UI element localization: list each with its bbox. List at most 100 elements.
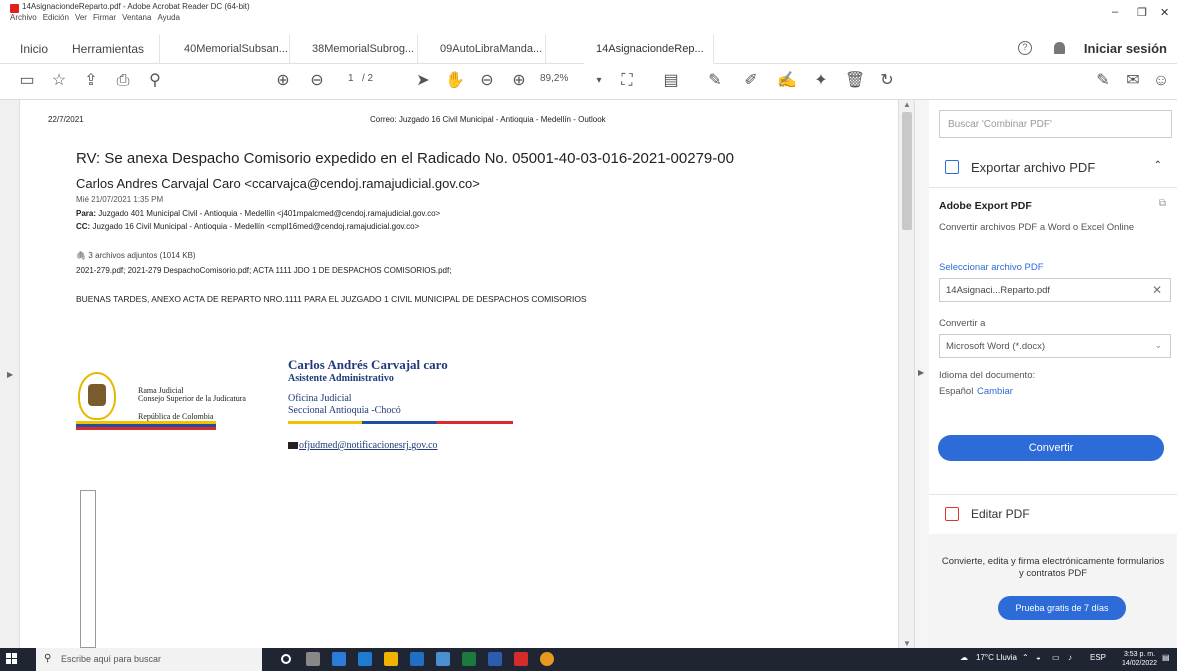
star-icon[interactable]: ☆ [48, 70, 70, 92]
rama-judicial-logo: Rama Judicial Consejo Superior de la Jud… [76, 372, 296, 442]
tray-up-icon[interactable]: ⌃ [1022, 653, 1029, 662]
right-panel-content: Buscar 'Combinar PDF' Exportar archivo P… [929, 100, 1177, 648]
close-button[interactable]: ✕ [1160, 6, 1169, 19]
sign-icon[interactable]: ✍ [776, 70, 798, 92]
prev-page-icon[interactable]: ⊕ [272, 70, 294, 92]
zoom-out-icon[interactable]: ⊖ [476, 70, 498, 92]
network-icon[interactable]: ◒ [1036, 653, 1041, 662]
email-icon[interactable]: ✉ [1122, 70, 1144, 92]
tab-close-icon[interactable]: × [713, 44, 714, 55]
convert-button[interactable]: Convertir [938, 435, 1164, 461]
scroll-mode-icon[interactable]: ▤ [660, 70, 682, 92]
clear-file-icon[interactable]: ✕ [1152, 283, 1162, 297]
help-icon[interactable]: ? [1018, 41, 1032, 55]
select-file-link[interactable]: Seleccionar archivo PDF [939, 262, 1044, 273]
rotate-icon[interactable]: ↻ [876, 70, 898, 92]
menu-firmar[interactable]: Firmar [93, 13, 116, 22]
minimize-button[interactable]: – [1112, 6, 1118, 18]
app-icon[interactable] [436, 652, 450, 666]
action-center-icon[interactable]: ▤ [1162, 653, 1170, 662]
promo-text: Convierte, edita y firma electrónicament… [941, 556, 1165, 579]
search-icon: ⚲ [44, 653, 52, 664]
acrobat-taskbar-icon[interactable] [514, 652, 528, 666]
signature-email-link[interactable]: ofjudmed@notificacionesrj.gov.co [288, 440, 438, 451]
fit-page-icon[interactable]: ⛶ [616, 70, 638, 92]
copy-icon[interactable]: ⧉ [1159, 198, 1166, 209]
windows-start-icon[interactable] [6, 653, 18, 665]
save-icon[interactable]: ▭ [16, 70, 38, 92]
tab-doc-40[interactable]: 40MemorialSubsan... [172, 34, 290, 64]
share-icon[interactable]: ⇪ [80, 70, 102, 92]
notifications-tray-icon[interactable]: ▭ [1052, 653, 1060, 662]
fill-sign-icon[interactable]: ✎ [1092, 70, 1114, 92]
taskbar-search[interactable]: ⚲ Escribe aquí para buscar [36, 648, 262, 671]
paperclip-icon: 🖇 [76, 251, 87, 260]
language-indicator[interactable]: ESP [1090, 653, 1106, 662]
print-icon[interactable]: ⎙ [112, 70, 134, 92]
scroll-down-icon[interactable]: ▼ [903, 639, 911, 648]
menu-archivo[interactable]: Archivo [10, 13, 37, 22]
signature-name: Carlos Andrés Carvajal caro [288, 357, 448, 372]
selected-file[interactable]: 14Asignaci...Reparto.pdf ✕ [939, 278, 1171, 302]
zoom-search-icon[interactable]: ⚲ [144, 70, 166, 92]
taskbar: ⚲ Escribe aquí para buscar ☁ 17°C Lluvia… [0, 648, 1177, 671]
edge-icon[interactable] [332, 652, 346, 666]
tab-doc-14[interactable]: 14AsignaciondeRep... × [584, 34, 714, 64]
right-panel-toggle[interactable]: ▶ [915, 100, 929, 648]
excel-icon[interactable] [462, 652, 476, 666]
task-view-icon[interactable] [306, 652, 320, 666]
convert-format-select[interactable]: Microsoft Word (*.docx) ⌄ [939, 334, 1171, 358]
menu-edicion[interactable]: Edición [43, 13, 69, 22]
restore-button[interactable]: ❐ [1137, 6, 1147, 19]
stamp-icon[interactable]: ✦ [810, 70, 832, 92]
login-button[interactable]: Iniciar sesión [1084, 34, 1167, 64]
vertical-scrollbar[interactable]: ▲ ▼ [898, 100, 914, 648]
menu-ayuda[interactable]: Ayuda [157, 13, 180, 22]
menu-ver[interactable]: Ver [75, 13, 87, 22]
free-trial-button[interactable]: Prueba gratis de 7 días [998, 596, 1126, 620]
weather-icon: ☁ [960, 653, 968, 662]
tab-inicio[interactable]: Inicio [8, 34, 60, 64]
zoom-in-icon[interactable]: ⊕ [508, 70, 530, 92]
tab-bar: Inicio Herramientas 40MemorialSubsan... … [0, 34, 1177, 64]
bell-icon[interactable] [1054, 42, 1065, 54]
tab-doc-09[interactable]: 09AutoLibraManda... [428, 34, 546, 64]
volume-icon[interactable]: ♪ [1068, 653, 1072, 662]
title-bar: 14AsignaciondeReparto.pdf - Adobe Acroba… [0, 0, 1177, 34]
left-panel-toggle[interactable]: ▶ [0, 100, 20, 648]
chevron-up-icon[interactable]: ⌃ [1154, 160, 1162, 171]
signature-office2: Seccional Antioquia -Chocó [288, 405, 401, 416]
highlight-icon[interactable]: ✐ [740, 70, 762, 92]
scroll-up-icon[interactable]: ▲ [903, 100, 911, 109]
change-language-link[interactable]: Cambiar [977, 386, 1013, 397]
weather-text[interactable]: 17°C Lluvia [976, 653, 1017, 662]
hand-icon[interactable]: ✋ [444, 70, 466, 92]
tab-herramientas[interactable]: Herramientas [60, 34, 160, 64]
mail-to: Para: Juzgado 401 Municipal Civil - Anti… [76, 209, 440, 218]
mail-body: BUENAS TARDES, ANEXO ACTA DE REPARTO NRO… [76, 294, 587, 304]
word-icon[interactable] [488, 652, 502, 666]
explorer-icon[interactable] [358, 652, 372, 666]
chrome-icon[interactable] [540, 652, 554, 666]
menu-bar: Archivo Edición Ver Firmar Ventana Ayuda [10, 13, 180, 22]
tab-doc-38[interactable]: 38MemorialSubrog... [300, 34, 418, 64]
cortana-icon[interactable] [281, 654, 291, 664]
comment-icon[interactable]: ✎ [704, 70, 726, 92]
page-current[interactable]: 1 [348, 73, 354, 84]
zoom-dropdown-icon[interactable]: ▾ [588, 70, 610, 92]
scroll-thumb[interactable] [902, 112, 912, 230]
clock[interactable]: 3:53 p. m. 14/02/2022 [1122, 650, 1157, 668]
zoom-level[interactable]: 89,2% [540, 73, 568, 84]
mail-icon[interactable] [410, 652, 424, 666]
user-add-icon[interactable]: ☺ [1150, 70, 1172, 92]
language-label: Idioma del documento: [939, 370, 1036, 381]
export-pdf-header[interactable]: Exportar archivo PDF ⌃ [929, 148, 1177, 188]
edit-pdf-header[interactable]: Editar PDF [929, 494, 1177, 534]
menu-ventana[interactable]: Ventana [122, 13, 151, 22]
chevron-down-icon: ⌄ [1154, 340, 1162, 350]
store-icon[interactable] [384, 652, 398, 666]
next-page-icon[interactable]: ⊖ [306, 70, 328, 92]
select-arrow-icon[interactable]: ➤ [412, 70, 434, 92]
tools-search-input[interactable]: Buscar 'Combinar PDF' [939, 110, 1172, 138]
delete-icon[interactable]: 🗑 [844, 70, 866, 92]
